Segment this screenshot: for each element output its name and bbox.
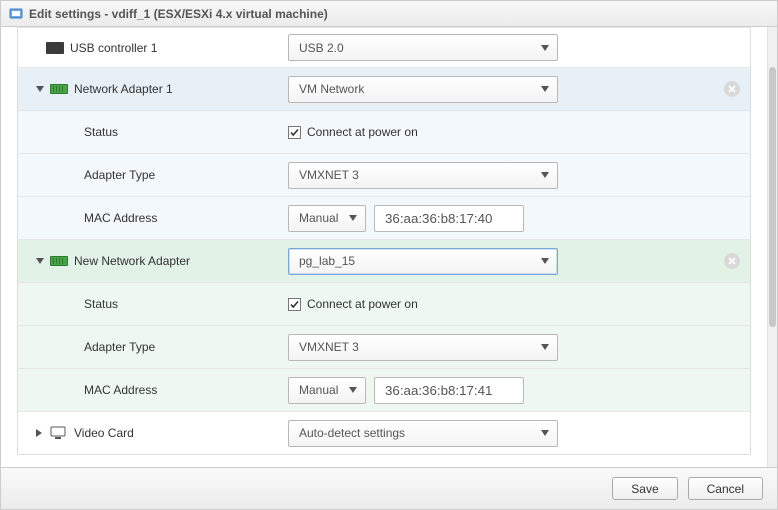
chevron-down-icon: [541, 430, 549, 436]
nic2-network-value: pg_lab_15: [299, 254, 355, 268]
nic1-mac-mode-value: Manual: [299, 211, 338, 225]
usb-controller-label: USB controller 1: [70, 41, 157, 55]
nic2-mac-input[interactable]: [374, 377, 524, 404]
nic2-mac-mode-select[interactable]: Manual: [288, 377, 366, 404]
row-new-network-adapter: New Network Adapter pg_lab_15: [18, 239, 750, 282]
dialog-body: USB controller 1 USB 2.0: [1, 27, 777, 467]
nic2-status-label: Status: [84, 297, 118, 311]
chevron-down-icon: [541, 86, 549, 92]
nic1-network-select[interactable]: VM Network: [288, 76, 558, 103]
row-nic1-adapter-type: Adapter Type VMXNET 3: [18, 153, 750, 196]
nic1-label: Network Adapter 1: [74, 82, 173, 96]
nic2-mac-mode-value: Manual: [299, 383, 338, 397]
close-icon: [727, 256, 737, 266]
cancel-button[interactable]: Cancel: [688, 477, 763, 500]
vm-icon: [9, 7, 23, 21]
row-video-card: Video Card Auto-detect settings: [18, 411, 750, 454]
row-nic1-mac: MAC Address Manual: [18, 196, 750, 239]
nic1-mac-label: MAC Address: [84, 211, 157, 225]
nic1-connect-label: Connect at power on: [307, 125, 418, 139]
edit-settings-dialog: Edit settings - vdiff_1 (ESX/ESXi 4.x vi…: [0, 0, 778, 510]
chevron-down-icon: [349, 215, 357, 221]
nic2-adapter-type-label: Adapter Type: [84, 340, 155, 354]
nic2-mac-label: MAC Address: [84, 383, 157, 397]
save-button[interactable]: Save: [612, 477, 677, 500]
expand-toggle-nic2[interactable]: [36, 258, 44, 264]
chevron-down-icon: [541, 258, 549, 264]
usb-type-value: USB 2.0: [299, 41, 344, 55]
nic1-mac-mode-select[interactable]: Manual: [288, 205, 366, 232]
chevron-down-icon: [541, 45, 549, 51]
close-icon: [727, 84, 737, 94]
row-network-adapter-1: Network Adapter 1 VM Network: [18, 67, 750, 110]
dialog-footer: Save Cancel: [1, 467, 777, 509]
nic1-adapter-type-label: Adapter Type: [84, 168, 155, 182]
chevron-down-icon: [541, 172, 549, 178]
row-nic1-status: Status Connect at power on: [18, 110, 750, 153]
nic2-connect-checkbox[interactable]: Connect at power on: [288, 297, 418, 311]
nic1-adapter-type-value: VMXNET 3: [299, 168, 359, 182]
scrollbar-thumb[interactable]: [769, 67, 776, 327]
video-settings-select[interactable]: Auto-detect settings: [288, 420, 558, 447]
video-settings-value: Auto-detect settings: [299, 426, 405, 440]
remove-nic2-button[interactable]: [724, 253, 740, 269]
nic2-network-select[interactable]: pg_lab_15: [288, 248, 558, 275]
nic-icon: [50, 84, 68, 94]
usb-type-select[interactable]: USB 2.0: [288, 34, 558, 61]
checkbox-icon: [288, 298, 301, 311]
checkbox-icon: [288, 126, 301, 139]
row-nic2-adapter-type: Adapter Type VMXNET 3: [18, 325, 750, 368]
video-card-label: Video Card: [74, 426, 134, 440]
nic2-label: New Network Adapter: [74, 254, 190, 268]
nic-icon: [50, 256, 68, 266]
usb-label-cell: USB controller 1: [18, 28, 288, 67]
nic2-adapter-type-value: VMXNET 3: [299, 340, 359, 354]
expand-toggle-nic1[interactable]: [36, 86, 44, 92]
row-nic2-mac: MAC Address Manual: [18, 368, 750, 411]
monitor-icon: [50, 426, 66, 440]
title-bar: Edit settings - vdiff_1 (ESX/ESXi 4.x vi…: [1, 1, 777, 27]
nic1-network-value: VM Network: [299, 82, 364, 96]
nic2-adapter-type-select[interactable]: VMXNET 3: [288, 334, 558, 361]
nic1-mac-input[interactable]: [374, 205, 524, 232]
usb-icon: [46, 42, 64, 54]
nic1-status-label: Status: [84, 125, 118, 139]
dialog-title: Edit settings - vdiff_1 (ESX/ESXi 4.x vi…: [29, 7, 328, 21]
chevron-down-icon: [541, 344, 549, 350]
remove-nic1-button[interactable]: [724, 81, 740, 97]
nic1-adapter-type-select[interactable]: VMXNET 3: [288, 162, 558, 189]
chevron-down-icon: [349, 387, 357, 393]
scrollbar[interactable]: [767, 27, 777, 467]
hardware-list: USB controller 1 USB 2.0: [1, 27, 767, 467]
row-nic2-status: Status Connect at power on: [18, 282, 750, 325]
row-usb-controller: USB controller 1 USB 2.0: [18, 27, 750, 67]
expand-toggle-video[interactable]: [36, 429, 42, 437]
nic1-connect-checkbox[interactable]: Connect at power on: [288, 125, 418, 139]
nic2-connect-label: Connect at power on: [307, 297, 418, 311]
